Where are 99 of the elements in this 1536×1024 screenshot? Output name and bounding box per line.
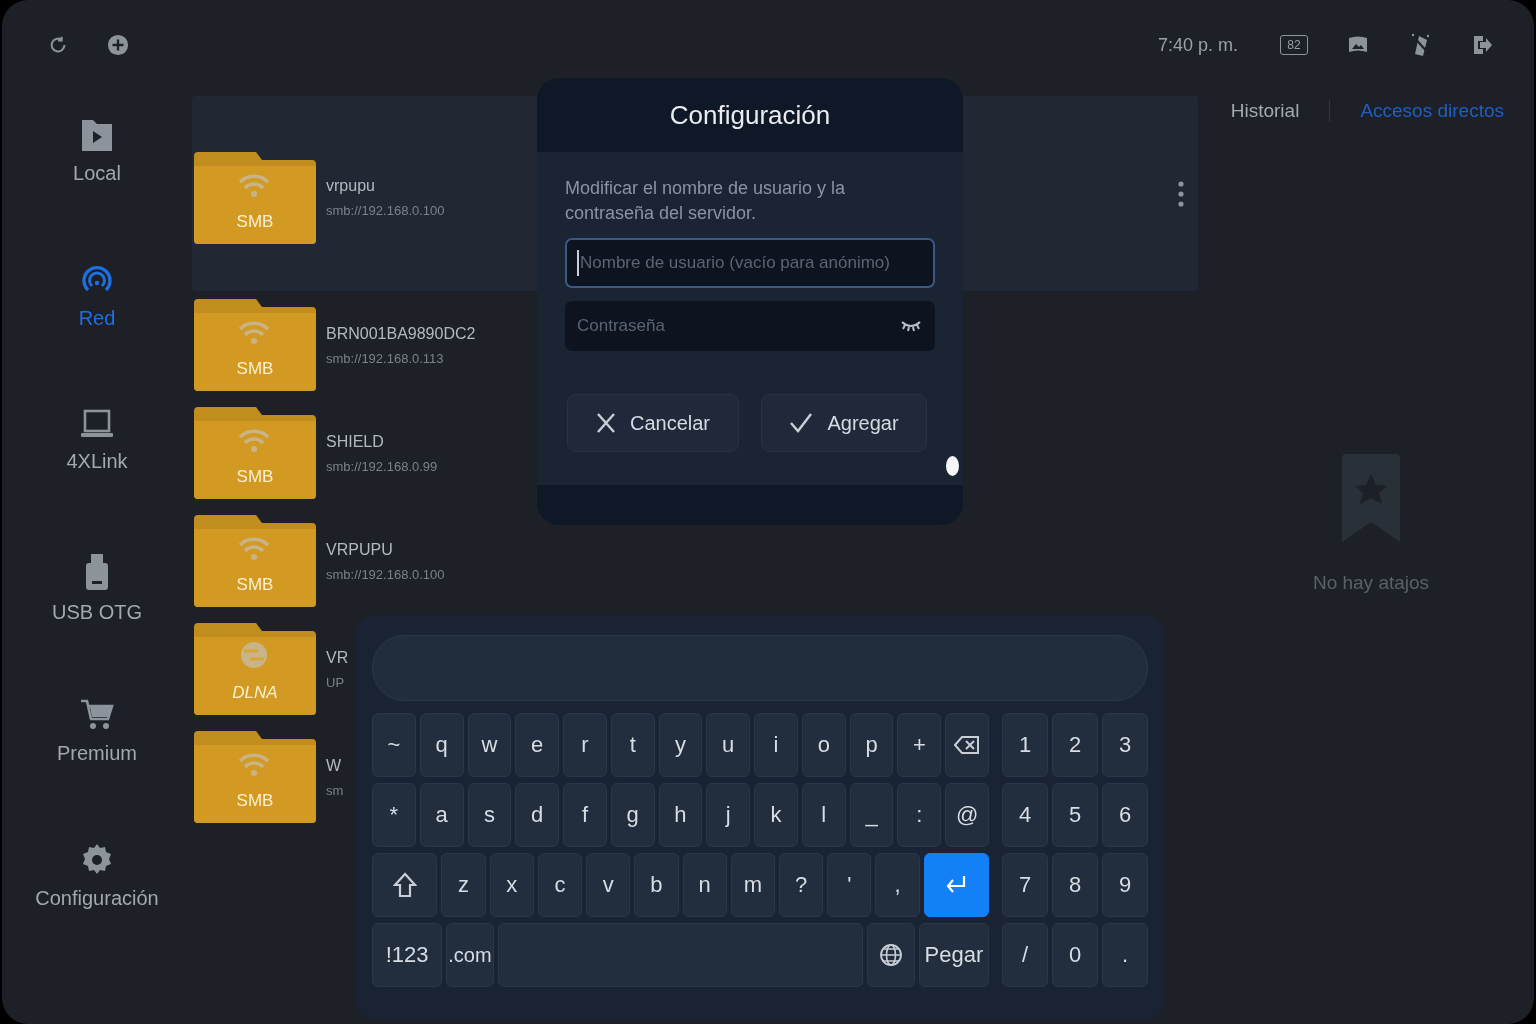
server-address: UP <box>326 674 346 690</box>
keyboard-key[interactable]: + <box>897 713 942 777</box>
eye-closed-icon <box>901 319 921 333</box>
server-address: smb://192.168.0.99 <box>326 458 438 474</box>
server-address: smb://192.168.0.113 <box>326 350 445 366</box>
server-address: smb://192.168.0.100 <box>326 203 445 218</box>
clock-time: 7:40 p. m. <box>1157 34 1238 56</box>
text-cursor <box>577 250 579 276</box>
keyboard-key[interactable]: b <box>634 853 679 917</box>
play-folder-icon <box>81 118 113 152</box>
keyboard-key[interactable]: ' <box>827 853 872 917</box>
server-name: BRN001BA9890DC2 <box>326 324 476 343</box>
keyboard-key[interactable]: q <box>419 713 464 777</box>
keyboard-key[interactable]: !123 <box>372 923 443 987</box>
cart-icon <box>80 698 114 732</box>
dialog-title: Configuración <box>537 78 963 152</box>
battery-level: 82 <box>1280 35 1308 55</box>
keyboard-key[interactable]: 4 <box>1002 783 1048 847</box>
password-input[interactable]: Contraseña <box>577 316 901 336</box>
keyboard-key[interactable]: k <box>754 783 798 847</box>
keyboard-key[interactable]: _ <box>849 783 894 847</box>
keyboard-key[interactable]: ? <box>779 853 824 917</box>
server-name: SHIELD <box>326 432 385 451</box>
keyboard-key[interactable]: 9 <box>1102 853 1148 917</box>
keyboard-key[interactable]: a <box>419 783 464 847</box>
keyboard-key[interactable]: 7 <box>1002 853 1048 917</box>
keyboard-key[interactable]: , <box>875 853 920 917</box>
keyboard-key[interactable]: e <box>515 713 560 777</box>
keyboard-key[interactable]: 0 <box>1052 923 1098 987</box>
keyboard-key[interactable]: g <box>610 783 655 847</box>
add-button[interactable] <box>107 34 129 56</box>
keyboard-key[interactable]: y <box>658 713 703 777</box>
keyboard-key[interactable]: 8 <box>1052 853 1098 917</box>
shift-key[interactable] <box>372 853 438 917</box>
globe-key[interactable] <box>867 923 915 987</box>
keyboard-key[interactable]: p <box>849 713 894 777</box>
keyboard-key[interactable]: / <box>1002 923 1048 987</box>
keyboard-key[interactable]: z <box>441 853 486 917</box>
keyboard-key[interactable]: l <box>801 783 846 847</box>
keyboard-key[interactable]: r <box>563 713 607 777</box>
password-field[interactable]: Contraseña <box>565 301 935 351</box>
keyboard-key[interactable]: 5 <box>1052 783 1098 847</box>
keyboard-key[interactable]: 1 <box>1002 713 1048 777</box>
show-password-button[interactable] <box>901 319 921 333</box>
keyboard-key[interactable]: j <box>706 783 751 847</box>
backspace-icon <box>954 735 981 755</box>
sidebar-item[interactable]: Local <box>2 118 192 263</box>
sidebar-item[interactable]: USB OTG <box>2 553 192 698</box>
keyboard-key[interactable]: o <box>801 713 846 777</box>
server-name: VRPUPU <box>326 540 394 559</box>
sidebar-item[interactable]: Configuración <box>2 843 192 988</box>
keyboard-key[interactable]: x <box>489 853 534 917</box>
keyboard-key[interactable]: .com <box>446 923 494 987</box>
keyboard-key[interactable]: u <box>706 713 751 777</box>
keyboard-key[interactable]: 3 <box>1102 713 1148 777</box>
username-input[interactable]: Nombre de usuario (vacío para anónimo) <box>580 253 921 273</box>
enter-key[interactable] <box>923 853 990 917</box>
laptop-icon <box>80 408 114 440</box>
empty-message: No hay atajos <box>1312 572 1430 594</box>
keyboard-key[interactable]: * <box>372 783 416 847</box>
keyboard-key[interactable]: m <box>730 853 775 917</box>
keyboard-key[interactable]: w <box>467 713 512 777</box>
tab[interactable]: Historial <box>1230 100 1300 122</box>
add-icon <box>107 34 129 56</box>
keyboard-key[interactable]: Pegar <box>918 923 989 987</box>
close-icon <box>595 412 616 434</box>
shift-icon <box>392 872 417 898</box>
keyboard-key[interactable]: : <box>897 783 942 847</box>
keyboard-key[interactable]: . <box>1102 923 1148 987</box>
cancel-button[interactable]: Cancelar <box>567 394 739 452</box>
keyboard-key[interactable]: 6 <box>1102 783 1148 847</box>
server-name: W <box>326 756 343 775</box>
sidebar-item[interactable]: Premium <box>2 698 192 843</box>
keyboard-key[interactable]: 2 <box>1052 713 1098 777</box>
keyboard-key[interactable]: h <box>658 783 703 847</box>
dialog-message: Modificar el nombre de usuario y la contraseña del servidor. <box>565 177 847 225</box>
keyboard-key[interactable]: n <box>682 853 727 917</box>
keyboard-key[interactable]: v <box>586 853 631 917</box>
keyboard-key[interactable]: ~ <box>372 713 416 777</box>
keyboard-key[interactable]: i <box>754 713 798 777</box>
keyboard-key[interactable]: t <box>610 713 655 777</box>
usb-drive-icon <box>84 553 110 591</box>
more-button[interactable] <box>1178 180 1184 207</box>
globe-icon <box>879 943 904 967</box>
more-icon <box>1178 180 1184 207</box>
check-icon <box>789 412 814 434</box>
sidebar-item[interactable]: 4XLink <box>2 408 192 553</box>
backspace-key[interactable] <box>945 713 989 777</box>
keyboard-key[interactable]: f <box>563 783 607 847</box>
server-name: VR <box>326 648 349 667</box>
keyboard-key[interactable]: c <box>537 853 583 917</box>
server-name: vrpupu <box>326 177 376 195</box>
keyboard-key[interactable]: s <box>467 783 512 847</box>
keyboard-key[interactable]: @ <box>945 783 989 847</box>
keyboard-key[interactable]: d <box>515 783 560 847</box>
server-address: smb://192.168.0.100 <box>326 566 445 582</box>
username-field[interactable]: Nombre de usuario (vacío para anónimo) <box>565 238 935 288</box>
server-address: sm <box>326 782 344 798</box>
add-button[interactable]: Agregar <box>761 394 927 452</box>
